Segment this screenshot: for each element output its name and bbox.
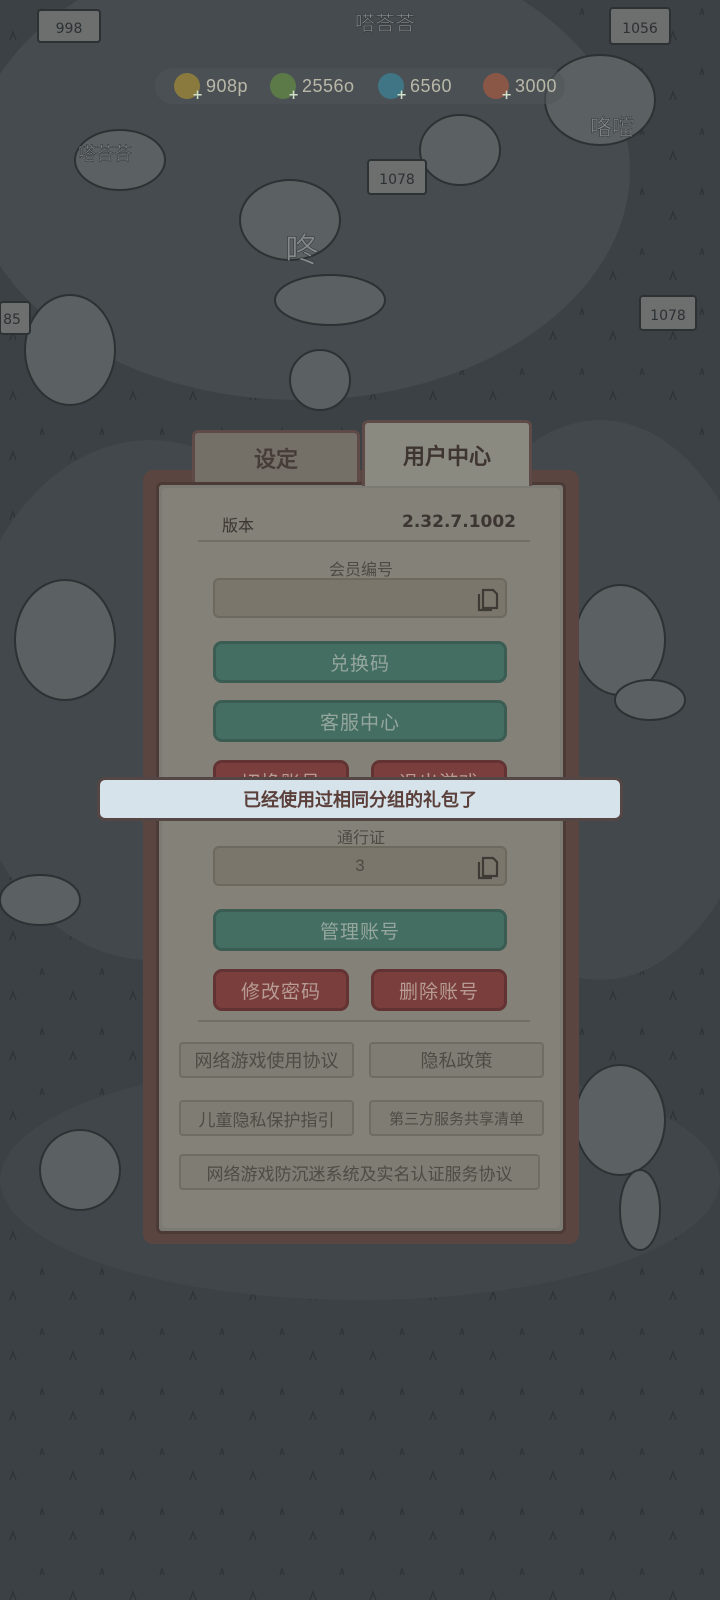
child-privacy-link[interactable]: 儿童隐私保护指引: [179, 1100, 354, 1136]
manage-account-button[interactable]: 管理账号: [213, 909, 507, 951]
gem-count: 6560: [410, 75, 453, 96]
divider: [198, 540, 530, 542]
gem-resource[interactable]: 6560: [378, 72, 453, 103]
scene-sfx: 嗒荅荅: [355, 11, 415, 35]
copy-icon[interactable]: [475, 854, 499, 880]
ticket-count: 3000: [515, 75, 558, 96]
third-party-sharing-link[interactable]: 第三方服务共享清单: [369, 1100, 544, 1136]
coin-count: 908p: [206, 75, 249, 96]
toast-message: 已经使用过相同分组的礼包了: [97, 777, 623, 821]
scene-sign-1056: 1056: [622, 21, 658, 37]
privacy-policy-link[interactable]: 隐私政策: [369, 1042, 544, 1078]
coin-resource[interactable]: 908p: [174, 72, 249, 103]
scene-sfx: 嗒荅荅: [78, 144, 132, 165]
energy-resource[interactable]: 2556o: [270, 72, 355, 103]
member-id-field[interactable]: [213, 578, 507, 618]
ticket-icon: [483, 73, 512, 103]
redeem-code-button[interactable]: 兑换码: [213, 641, 507, 683]
tab-settings[interactable]: 设定: [192, 430, 360, 482]
scene-sign-85: 85: [3, 312, 21, 328]
change-password-button[interactable]: 修改密码: [213, 969, 349, 1011]
version-label: 版本: [222, 516, 255, 535]
anti-addiction-agreement-link[interactable]: 网络游戏防沉迷系统及实名认证服务协议: [179, 1154, 540, 1190]
member-id-label: 会员编号: [328, 560, 393, 579]
user-agreement-link[interactable]: 网络游戏使用协议: [179, 1042, 354, 1078]
scene-sign-1078: 1078: [379, 172, 415, 188]
pass-field[interactable]: 3: [213, 846, 507, 886]
scene-sfx: 咚: [285, 231, 319, 271]
version-value: 2.32.7.1002: [402, 512, 517, 532]
tab-user-center[interactable]: 用户中心: [362, 420, 532, 486]
copy-icon[interactable]: [475, 586, 499, 612]
pass-label: 通行证: [336, 828, 385, 847]
lightning-icon: [270, 73, 299, 103]
customer-service-button[interactable]: 客服中心: [213, 700, 507, 742]
divider: [198, 1020, 530, 1022]
scene-sign-998: 998: [56, 21, 83, 37]
gem-icon: [378, 73, 407, 103]
energy-count: 2556o: [302, 75, 355, 96]
delete-account-button[interactable]: 删除账号: [371, 969, 507, 1011]
scene-sfx: 咯噹: [590, 116, 634, 141]
coin-icon: [174, 73, 203, 103]
scene-sign-1078: 1078: [650, 308, 686, 324]
pass-value: 3: [355, 856, 365, 875]
ticket-resource[interactable]: 3000: [483, 72, 558, 103]
